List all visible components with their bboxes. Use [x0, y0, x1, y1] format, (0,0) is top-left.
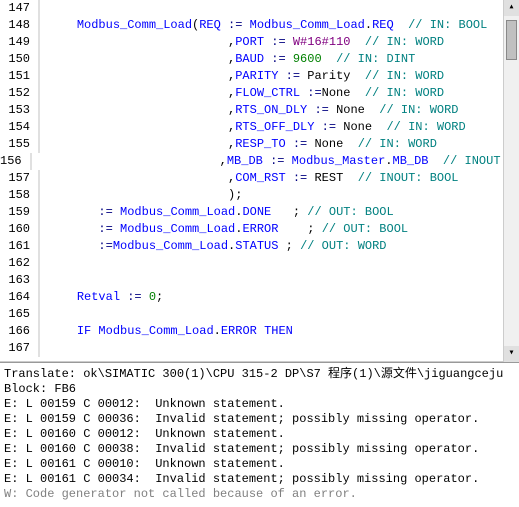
- error-line[interactable]: E: L 00161 C 00034: Invalid statement; p…: [4, 472, 515, 487]
- code-line[interactable]: 156 ,MB_DB := Modbus_Master.MB_DB // INO…: [0, 153, 519, 170]
- code-line[interactable]: 150 ,BAUD := 9600 // IN: DINT: [0, 51, 519, 68]
- code-line[interactable]: 163: [0, 272, 519, 289]
- code-content[interactable]: ,RTS_OFF_DLY := None // IN: WORD: [48, 119, 519, 136]
- code-line[interactable]: 165: [0, 306, 519, 323]
- warning-line: W: Code generator not called because of …: [4, 487, 515, 502]
- code-line[interactable]: 152 ,FLOW_CTRL :=None // IN: WORD: [0, 85, 519, 102]
- line-number: 149: [0, 34, 40, 51]
- code-content[interactable]: ,BAUD := 9600 // IN: DINT: [48, 51, 519, 68]
- code-line[interactable]: 153 ,RTS_ON_DLY := None // IN: WORD: [0, 102, 519, 119]
- line-number: 162: [0, 255, 40, 272]
- code-line[interactable]: 149 ,PORT := W#16#110 // IN: WORD: [0, 34, 519, 51]
- output-panel[interactable]: Translate: ok\SIMATIC 300(1)\CPU 315-2 D…: [0, 362, 519, 502]
- code-content[interactable]: [48, 340, 519, 357]
- code-content[interactable]: [48, 306, 519, 323]
- code-content[interactable]: :=Modbus_Comm_Load.STATUS ; // OUT: WORD: [48, 238, 519, 255]
- code-line[interactable]: 148 Modbus_Comm_Load(REQ := Modbus_Comm_…: [0, 17, 519, 34]
- code-line[interactable]: 151 ,PARITY := Parity // IN: WORD: [0, 68, 519, 85]
- error-line[interactable]: E: L 00161 C 00010: Unknown statement.: [4, 457, 515, 472]
- line-number: 147: [0, 0, 40, 17]
- code-content[interactable]: ,PORT := W#16#110 // IN: WORD: [48, 34, 519, 51]
- code-editor[interactable]: 147148 Modbus_Comm_Load(REQ := Modbus_Co…: [0, 0, 519, 362]
- code-content[interactable]: Modbus_Comm_Load(REQ := Modbus_Comm_Load…: [48, 17, 519, 34]
- code-line[interactable]: 154 ,RTS_OFF_DLY := None // IN: WORD: [0, 119, 519, 136]
- block-line: Block: FB6: [4, 382, 515, 397]
- line-number: 155: [0, 136, 40, 153]
- line-number: 159: [0, 204, 40, 221]
- code-content[interactable]: ,RTS_ON_DLY := None // IN: WORD: [48, 102, 519, 119]
- code-line[interactable]: 166 IF Modbus_Comm_Load.ERROR THEN: [0, 323, 519, 340]
- line-number: 150: [0, 51, 40, 68]
- error-line[interactable]: E: L 00160 C 00012: Unknown statement.: [4, 427, 515, 442]
- code-content[interactable]: ,MB_DB := Modbus_Master.MB_DB // INOUT: …: [40, 153, 519, 170]
- error-line[interactable]: E: L 00159 C 00036: Invalid statement; p…: [4, 412, 515, 427]
- scroll-up-arrow[interactable]: ▴: [504, 0, 519, 16]
- code-content[interactable]: IF Modbus_Comm_Load.ERROR THEN: [48, 323, 519, 340]
- code-content[interactable]: := Modbus_Comm_Load.ERROR ; // OUT: BOOL: [48, 221, 519, 238]
- line-number: 151: [0, 68, 40, 85]
- code-content[interactable]: Retval := 0;: [48, 289, 519, 306]
- scroll-thumb-v[interactable]: [506, 20, 517, 60]
- line-number: 164: [0, 289, 40, 306]
- code-content[interactable]: [48, 272, 519, 289]
- line-number: 161: [0, 238, 40, 255]
- code-content[interactable]: ,COM_RST := REST // INOUT: BOOL: [48, 170, 519, 187]
- line-number: 152: [0, 85, 40, 102]
- line-number: 157: [0, 170, 40, 187]
- code-line[interactable]: 157 ,COM_RST := REST // INOUT: BOOL: [0, 170, 519, 187]
- code-line[interactable]: 161 :=Modbus_Comm_Load.STATUS ; // OUT: …: [0, 238, 519, 255]
- code-content[interactable]: ,PARITY := Parity // IN: WORD: [48, 68, 519, 85]
- code-line[interactable]: 147: [0, 0, 519, 17]
- code-content[interactable]: := Modbus_Comm_Load.DONE ; // OUT: BOOL: [48, 204, 519, 221]
- line-number: 166: [0, 323, 40, 340]
- code-line[interactable]: 159 := Modbus_Comm_Load.DONE ; // OUT: B…: [0, 204, 519, 221]
- line-number: 163: [0, 272, 40, 289]
- code-line[interactable]: 162: [0, 255, 519, 272]
- line-number: 153: [0, 102, 40, 119]
- translate-line: Translate: ok\SIMATIC 300(1)\CPU 315-2 D…: [4, 367, 515, 382]
- line-number: 167: [0, 340, 40, 357]
- code-line[interactable]: 167: [0, 340, 519, 357]
- line-number: 158: [0, 187, 40, 204]
- line-number: 160: [0, 221, 40, 238]
- error-line[interactable]: E: L 00159 C 00012: Unknown statement.: [4, 397, 515, 412]
- code-content[interactable]: ,RESP_TO := None // IN: WORD: [48, 136, 519, 153]
- error-line[interactable]: E: L 00160 C 00038: Invalid statement; p…: [4, 442, 515, 457]
- code-content[interactable]: [48, 255, 519, 272]
- code-content[interactable]: [48, 0, 519, 17]
- vertical-scrollbar[interactable]: ▴ ▾: [503, 0, 519, 362]
- line-number: 156: [0, 153, 32, 170]
- code-line[interactable]: 164 Retval := 0;: [0, 289, 519, 306]
- code-line[interactable]: 155 ,RESP_TO := None // IN: WORD: [0, 136, 519, 153]
- line-number: 165: [0, 306, 40, 323]
- scroll-down-arrow[interactable]: ▾: [504, 346, 519, 362]
- code-line[interactable]: 158 );: [0, 187, 519, 204]
- code-content[interactable]: );: [48, 187, 519, 204]
- code-line[interactable]: 160 := Modbus_Comm_Load.ERROR ; // OUT: …: [0, 221, 519, 238]
- line-number: 148: [0, 17, 40, 34]
- line-number: 154: [0, 119, 40, 136]
- code-content[interactable]: ,FLOW_CTRL :=None // IN: WORD: [48, 85, 519, 102]
